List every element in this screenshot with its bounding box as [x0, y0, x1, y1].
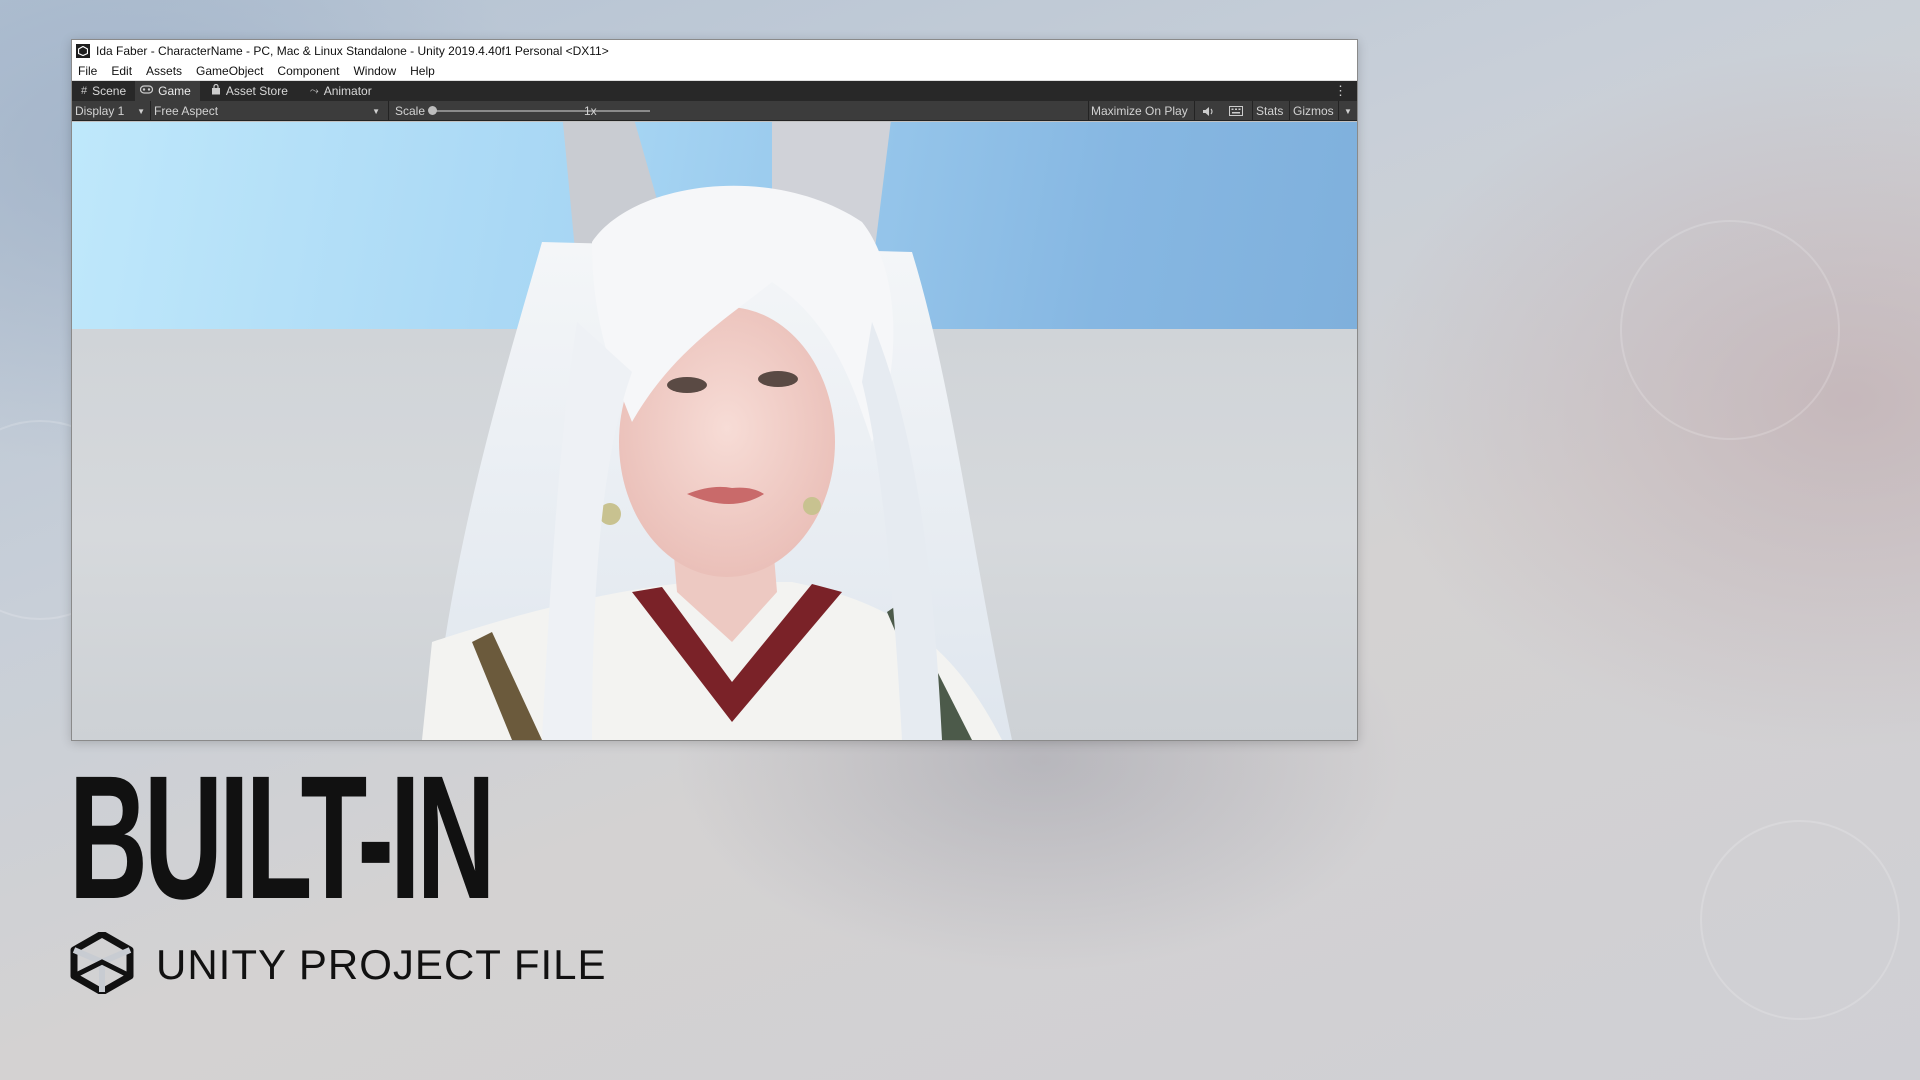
divider: [1338, 101, 1339, 121]
tab-bar: # Scene Game Asset Store ⤳ Animator ⋮: [72, 81, 1357, 101]
tab-label: Animator: [323, 84, 372, 98]
aspect-label: Free Aspect: [154, 104, 219, 118]
tab-asset-store[interactable]: Asset Store: [206, 81, 297, 101]
tab-game[interactable]: Game: [135, 81, 200, 101]
display-label: Display 1: [75, 104, 125, 118]
tab-animator[interactable]: ⤳ Animator: [305, 81, 381, 101]
scale-slider-knob[interactable]: [428, 106, 437, 115]
right-eye: [758, 371, 798, 387]
title-bar: Ida Faber - CharacterName - PC, Mac & Li…: [72, 40, 1357, 62]
chevron-down-icon: ▼: [137, 106, 145, 116]
keyboard-shortcuts-icon[interactable]: [1229, 101, 1243, 121]
earring-right: [803, 497, 821, 515]
gizmos-button[interactable]: Gizmos: [1293, 101, 1334, 121]
grid-icon: #: [81, 85, 88, 97]
subline: UNITY PROJECT FILE: [70, 930, 607, 999]
menu-gameobject[interactable]: GameObject: [196, 64, 263, 78]
menu-help[interactable]: Help: [410, 64, 435, 78]
maximize-on-play-toggle[interactable]: Maximize On Play: [1091, 101, 1188, 121]
unity-editor-window: Ida Faber - CharacterName - PC, Mac & Li…: [71, 39, 1358, 741]
menu-component[interactable]: Component: [277, 64, 339, 78]
background-ornament: [1700, 820, 1900, 1020]
divider: [1088, 101, 1089, 121]
menu-assets[interactable]: Assets: [146, 64, 182, 78]
character-render: [422, 122, 1012, 740]
aspect-dropdown[interactable]: Free Aspect ▼: [154, 101, 384, 121]
tab-label: Game: [158, 84, 191, 98]
divider: [1194, 101, 1195, 121]
menu-window[interactable]: Window: [353, 64, 396, 78]
subline-text: UNITY PROJECT FILE: [156, 941, 607, 988]
divider: [150, 101, 151, 121]
gamepad-icon: [140, 85, 154, 97]
unity-logo-icon: [70, 930, 134, 999]
tab-label: Asset Store: [225, 84, 288, 98]
unity-logo-icon: [76, 44, 90, 58]
mute-audio-icon[interactable]: [1202, 101, 1215, 121]
left-eye: [667, 377, 707, 393]
more-options-icon[interactable]: ⋮: [1334, 83, 1347, 99]
divider: [388, 101, 389, 121]
scale-label: Scale: [395, 104, 426, 118]
lock-bag-icon: [211, 83, 221, 98]
display-dropdown[interactable]: Display 1 ▼: [75, 101, 147, 121]
background-ornament: [1620, 220, 1840, 440]
tab-label: Scene: [92, 84, 127, 98]
game-toolbar: Display 1 ▼ Free Aspect ▼ Scale 1x Maxim…: [72, 101, 1357, 121]
menu-bar: File Edit Assets GameObject Component Wi…: [72, 62, 1357, 81]
tab-scene[interactable]: # Scene: [76, 81, 135, 101]
scale-value: 1x: [584, 104, 597, 118]
headline: BUILT-IN: [69, 740, 496, 936]
game-viewport[interactable]: [72, 122, 1357, 740]
window-title: Ida Faber - CharacterName - PC, Mac & Li…: [96, 44, 609, 58]
stats-button[interactable]: Stats: [1254, 101, 1283, 121]
chevron-down-icon: ▼: [372, 106, 380, 116]
menu-file[interactable]: File: [78, 64, 97, 78]
chevron-down-icon[interactable]: ▼: [1344, 101, 1352, 121]
divider: [1289, 101, 1290, 121]
menu-edit[interactable]: Edit: [111, 64, 132, 78]
divider: [1252, 101, 1253, 121]
scale-slider-track[interactable]: [433, 110, 650, 112]
animator-icon: ⤳: [309, 84, 319, 97]
